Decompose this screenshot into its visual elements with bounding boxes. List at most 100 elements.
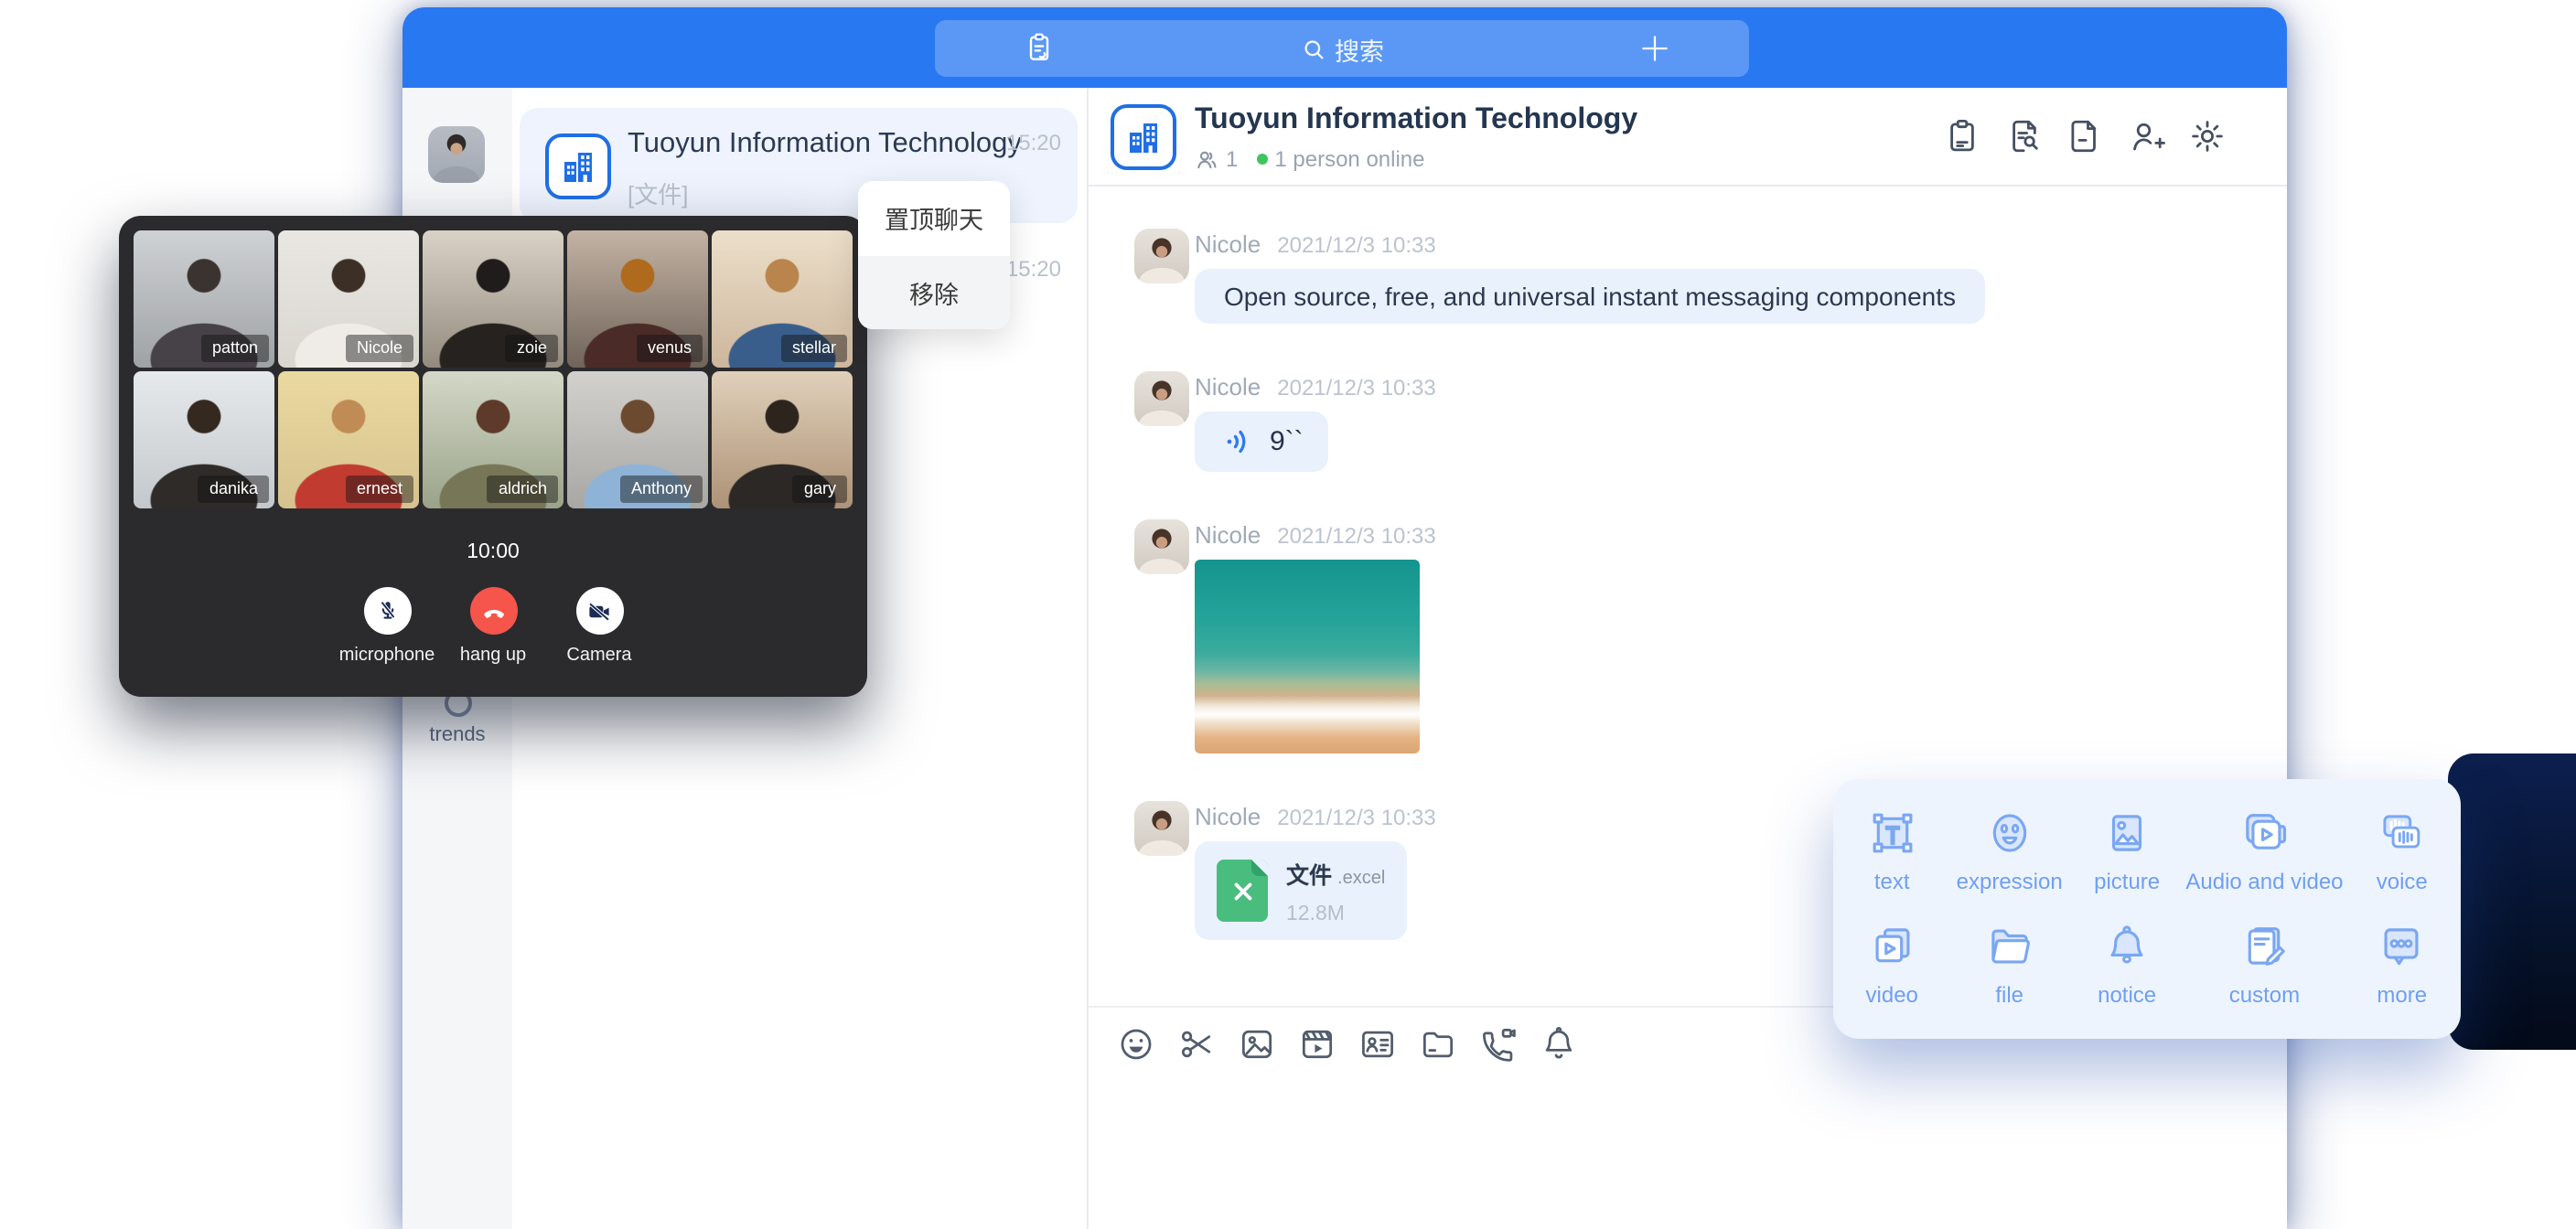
video-call-window[interactable]: patton Nicole zoie venus stellar danika … <box>119 216 867 697</box>
message-text: Nicole 2021/12/3 10:33 Open source, free,… <box>1134 229 2287 324</box>
panel-item-label: Audio and video <box>2185 869 2343 894</box>
image-attachment-beach[interactable] <box>1195 560 1420 753</box>
participant-name: zoie <box>506 335 558 362</box>
participant-tile: zoie <box>423 230 564 368</box>
video-call-icon[interactable] <box>1478 1023 1519 1063</box>
online-status: 1 person online <box>1274 146 1424 172</box>
add-member-icon[interactable] <box>2127 117 2165 155</box>
file-bubble[interactable]: 文件.excel 12.8M <box>1195 841 1407 940</box>
text-bubble[interactable]: Open source, free, and universal instant… <box>1195 269 1985 324</box>
notification-bell-icon[interactable] <box>1539 1023 1579 1063</box>
building-icon <box>1122 115 1165 159</box>
sender-name: Nicole <box>1195 521 1261 549</box>
panel-item-audio-video[interactable]: Audio and video <box>2185 794 2343 907</box>
participant-name: Anthony <box>620 476 703 503</box>
participant-name: gary <box>793 476 847 503</box>
trends-label: trends <box>402 724 512 746</box>
panel-item-label: custom <box>2229 982 2300 1008</box>
search-placeholder: 搜索 <box>1335 30 1384 67</box>
chat-status: 1 1 person online <box>1195 146 1425 172</box>
search-placeholder-group[interactable]: 搜索 <box>935 20 1749 77</box>
participant-tile: patton <box>134 230 274 368</box>
file-ext: .excel <box>1337 869 1385 889</box>
chat-panel: Tuoyun Information Technology 1 1 person… <box>1089 88 2287 1229</box>
audio-video-icon <box>2238 807 2291 860</box>
file-folder-icon <box>1983 920 2036 973</box>
participant-tile: Anthony <box>567 371 708 508</box>
group-avatar[interactable] <box>1111 104 1176 170</box>
building-icon <box>556 144 600 188</box>
panel-item-voice[interactable]: voice <box>2344 794 2461 907</box>
message-voice: Nicole2021/12/3 10:33 9`` <box>1134 371 2287 472</box>
search-bar[interactable]: 搜索 <box>935 20 1749 77</box>
screenshot-scissors-icon[interactable] <box>1176 1023 1217 1063</box>
conversation-time: 15:20 <box>1006 256 1061 282</box>
contact-card-icon[interactable] <box>1358 1023 1398 1063</box>
chat-title: Tuoyun Information Technology <box>1195 104 1637 137</box>
microphone-button[interactable]: microphone <box>334 587 440 666</box>
online-dot <box>1256 154 1267 165</box>
message-time: 2021/12/3 10:33 <box>1277 523 1436 549</box>
message-type-panel: text expression picture <box>1833 779 2461 1039</box>
sender-name: Nicole <box>1195 230 1261 258</box>
message-image: Nicole 2021/12/3 10:33 <box>1134 519 2287 753</box>
participant-name: danika <box>199 476 269 503</box>
panel-shadow-card <box>2448 753 2576 1050</box>
search-icon <box>1300 36 1326 61</box>
conversation-context-menu: 置顶聊天 移除 <box>858 181 1010 329</box>
image-icon[interactable] <box>1237 1023 1277 1063</box>
top-header-bar: 搜索 <box>402 7 2287 88</box>
emoji-icon[interactable] <box>1116 1023 1156 1063</box>
panel-item-custom[interactable]: custom <box>2185 907 2343 1021</box>
more-icon <box>2376 920 2429 973</box>
participant-name: patton <box>201 335 269 362</box>
message-time: 2021/12/3 10:33 <box>1277 805 1436 830</box>
conversation-title: Tuoyun Information Technology <box>628 128 1022 161</box>
sidebar-item-trends[interactable]: trends <box>402 689 512 746</box>
sender-avatar[interactable] <box>1134 371 1189 426</box>
video-icon <box>1865 920 1918 973</box>
panel-item-expression[interactable]: expression <box>1950 794 2067 907</box>
message-area: Nicole 2021/12/3 10:33 Open source, free,… <box>1089 188 2287 1229</box>
panel-item-notice[interactable]: notice <box>2068 907 2185 1021</box>
menu-item-pin-chat[interactable]: 置顶聊天 <box>858 181 1010 255</box>
folder-icon[interactable] <box>1418 1023 1458 1063</box>
file-icon[interactable] <box>2066 117 2104 155</box>
panel-item-more[interactable]: more <box>2344 907 2461 1021</box>
camera-button[interactable]: Camera <box>546 587 652 666</box>
member-count: 1 <box>1226 146 1238 172</box>
settings-gear-icon[interactable] <box>2188 117 2227 155</box>
self-avatar[interactable] <box>428 126 485 183</box>
screenshot-stage: 搜索 trends <box>0 0 2576 1229</box>
announcement-icon[interactable] <box>1943 117 1981 155</box>
excel-file-icon <box>1217 860 1268 922</box>
sender-avatar[interactable] <box>1134 519 1189 574</box>
voice-bubble[interactable]: 9`` <box>1195 411 1329 472</box>
expression-icon <box>1983 807 2036 860</box>
panel-item-video[interactable]: video <box>1833 907 1950 1021</box>
video-clapper-icon[interactable] <box>1297 1023 1337 1063</box>
sender-name: Nicole <box>1195 803 1261 830</box>
panel-item-label: picture <box>2094 869 2160 894</box>
panel-item-label: notice <box>2098 982 2156 1008</box>
participant-name: venus <box>637 335 703 362</box>
hang-up-button[interactable]: hang up <box>440 587 546 666</box>
group-avatar <box>545 134 611 199</box>
message-time: 2021/12/3 10:33 <box>1277 375 1436 401</box>
participant-name: ernest <box>346 476 413 503</box>
menu-item-remove[interactable]: 移除 <box>858 255 1010 329</box>
notice-bell-icon <box>2100 920 2153 973</box>
camera-label: Camera <box>546 646 652 666</box>
chat-record-search-icon[interactable] <box>2004 117 2043 155</box>
participant-tile: danika <box>134 371 274 508</box>
members-icon <box>1195 147 1218 171</box>
participant-name: Nicole <box>346 335 413 362</box>
plus-icon[interactable] <box>1637 31 1672 75</box>
message-time: 2021/12/3 10:33 <box>1277 232 1436 258</box>
panel-item-file[interactable]: file <box>1950 907 2067 1021</box>
panel-item-text[interactable]: text <box>1833 794 1950 907</box>
panel-item-picture[interactable]: picture <box>2068 794 2185 907</box>
sender-avatar[interactable] <box>1134 801 1189 856</box>
hang-up-icon <box>478 596 508 625</box>
sender-avatar[interactable] <box>1134 229 1189 283</box>
